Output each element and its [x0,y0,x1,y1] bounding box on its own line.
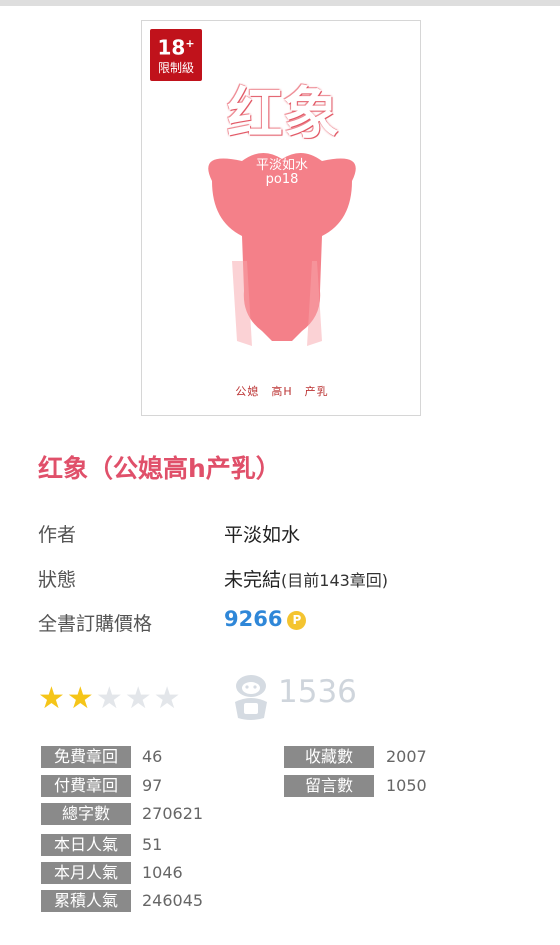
star-icon[interactable]: ★ [96,681,125,716]
daily-popularity-label: 本日人氣 [41,834,131,856]
fans-count: 1536 [278,674,357,710]
cover-tags: 公媳 高H 产乳 [235,385,329,398]
star-icon[interactable]: ★ [154,681,183,716]
star-icon[interactable]: ★ [125,681,154,716]
cover-title: 红象 [227,81,339,147]
cover-site: po18 [265,172,299,187]
comments-label: 留言數 [284,775,374,797]
favorites-label: 收藏數 [284,746,374,768]
coin-icon: P [287,611,307,630]
price-value: 9266 P [224,607,307,631]
price-amount: 9266 [224,607,283,631]
age-restriction-badge: 18+ 限制級 [150,29,202,81]
status-chapters: (目前143章回) [281,571,389,590]
monthly-popularity-value: 1046 [142,863,183,882]
favorites-value: 2007 [386,747,427,766]
total-popularity-value: 246045 [142,891,204,910]
free-chapters-label: 免費章回 [41,746,131,768]
free-chapters-value: 46 [142,747,163,766]
total-popularity-label: 累積人氣 [41,890,131,912]
status-text: 未完結 [224,569,282,591]
word-count-label: 總字數 [41,803,131,825]
star-icon[interactable]: ★ [38,681,67,716]
daily-popularity-value: 51 [142,835,163,854]
monthly-popularity-label: 本月人氣 [41,862,131,884]
star-icon[interactable]: ★ [67,681,96,716]
status-label: 狀態 [38,569,77,591]
comments-value: 1050 [386,776,427,795]
status-value: 未完結(目前143章回) [224,565,388,592]
book-cover[interactable]: 18+ 限制級 红象 平淡如水 po18 公媳 高H 产乳 [141,20,421,416]
fans-icon [235,675,267,720]
cover-author: 平淡如水 [255,158,308,173]
rating-stars[interactable]: ★★★★★ [38,681,183,716]
book-title: 红象（公媳高h产乳） [38,454,281,483]
price-label: 全書訂購價格 [38,613,153,635]
author-label: 作者 [38,524,77,546]
author-link[interactable]: 平淡如水 [224,520,300,547]
paid-chapters-label: 付費章回 [41,775,131,797]
word-count-value: 270621 [142,804,204,823]
paid-chapters-value: 97 [142,776,163,795]
top-bar [0,0,560,6]
